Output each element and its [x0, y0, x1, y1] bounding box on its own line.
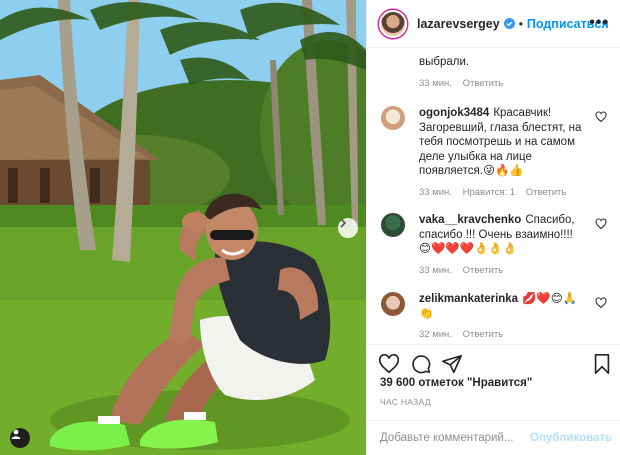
more-options-button[interactable]: ••• — [589, 14, 609, 32]
post-timestamp: ЧАС НАЗАД — [380, 397, 431, 407]
avatar[interactable] — [381, 106, 405, 130]
comment-meta: 33 мин. Ответить — [419, 264, 583, 279]
chevron-right-icon — [340, 218, 347, 228]
save-bookmark-icon[interactable] — [591, 353, 613, 375]
heart-icon[interactable] — [595, 218, 607, 230]
heart-icon[interactable] — [595, 297, 607, 309]
comment-input[interactable] — [380, 432, 530, 444]
add-comment-bar: Опубликовать — [367, 420, 620, 455]
comment-body: vaka__kravchenko Спасибо, спасибо !!! Оче… — [419, 213, 583, 278]
share-icon[interactable] — [441, 353, 463, 375]
separator-dot: • — [518, 16, 523, 31]
comment-meta: 33 мин. Ответить — [419, 78, 511, 89]
post-sidebar: lazarevsergey • Подписаться ••• выбрали.… — [366, 0, 620, 455]
reply-button[interactable]: Ответить — [526, 187, 567, 198]
tagged-users-button[interactable] — [10, 428, 30, 448]
comments-list[interactable]: выбрали. 33 мин. Ответить ogonjok3484 Кра… — [367, 48, 620, 344]
comment-username[interactable]: vaka__kravchenko — [419, 214, 521, 226]
next-photo-button[interactable] — [338, 218, 358, 238]
comment-time: 33 мин. — [419, 78, 452, 89]
comment-username[interactable]: ogonjok3484 — [419, 107, 489, 119]
avatar[interactable] — [379, 9, 407, 38]
reply-button[interactable]: Ответить — [463, 329, 504, 340]
comment-body: zelikmankaterinka 💋❤️😊🙏 👏 32 мин. Ответит… — [419, 292, 583, 343]
comment-time: 33 мин. — [419, 264, 452, 276]
comment-username[interactable]: zelikmankaterinka — [419, 293, 518, 305]
avatar[interactable] — [381, 213, 405, 237]
publish-button[interactable]: Опубликовать — [530, 432, 612, 444]
author-username[interactable]: lazarevsergey — [417, 17, 500, 31]
reply-button[interactable]: Ответить — [463, 265, 504, 276]
reply-button[interactable]: Ответить — [463, 78, 504, 89]
like-heart-icon[interactable] — [378, 353, 400, 375]
post-photo[interactable] — [0, 0, 366, 455]
comment-time: 32 мин. — [419, 329, 452, 340]
verified-badge-icon — [503, 18, 515, 29]
photo-scene — [0, 0, 366, 455]
comment-time: 33 мин. — [419, 186, 452, 198]
comment-icon[interactable] — [410, 353, 432, 375]
comment-body: ogonjok3484 Красавчик! Загоревший, глаза … — [419, 106, 583, 200]
heart-icon[interactable] — [595, 111, 607, 123]
post-actions: 39 600 отметок "Нравится" ЧАС НАЗАД — [367, 344, 620, 420]
user-icon — [11, 429, 21, 439]
post-header: lazarevsergey • Подписаться ••• — [367, 0, 620, 48]
comment-likes[interactable]: Нравится: 1 — [463, 187, 515, 198]
comment-meta: 33 мин. Нравится: 1 Ответить — [419, 186, 583, 201]
avatar[interactable] — [381, 292, 405, 316]
likes-count[interactable]: 39 600 отметок "Нравится" — [380, 377, 532, 389]
comment-meta: 32 мин. Ответить — [419, 328, 583, 343]
comment-text: выбрали. — [419, 56, 470, 68]
